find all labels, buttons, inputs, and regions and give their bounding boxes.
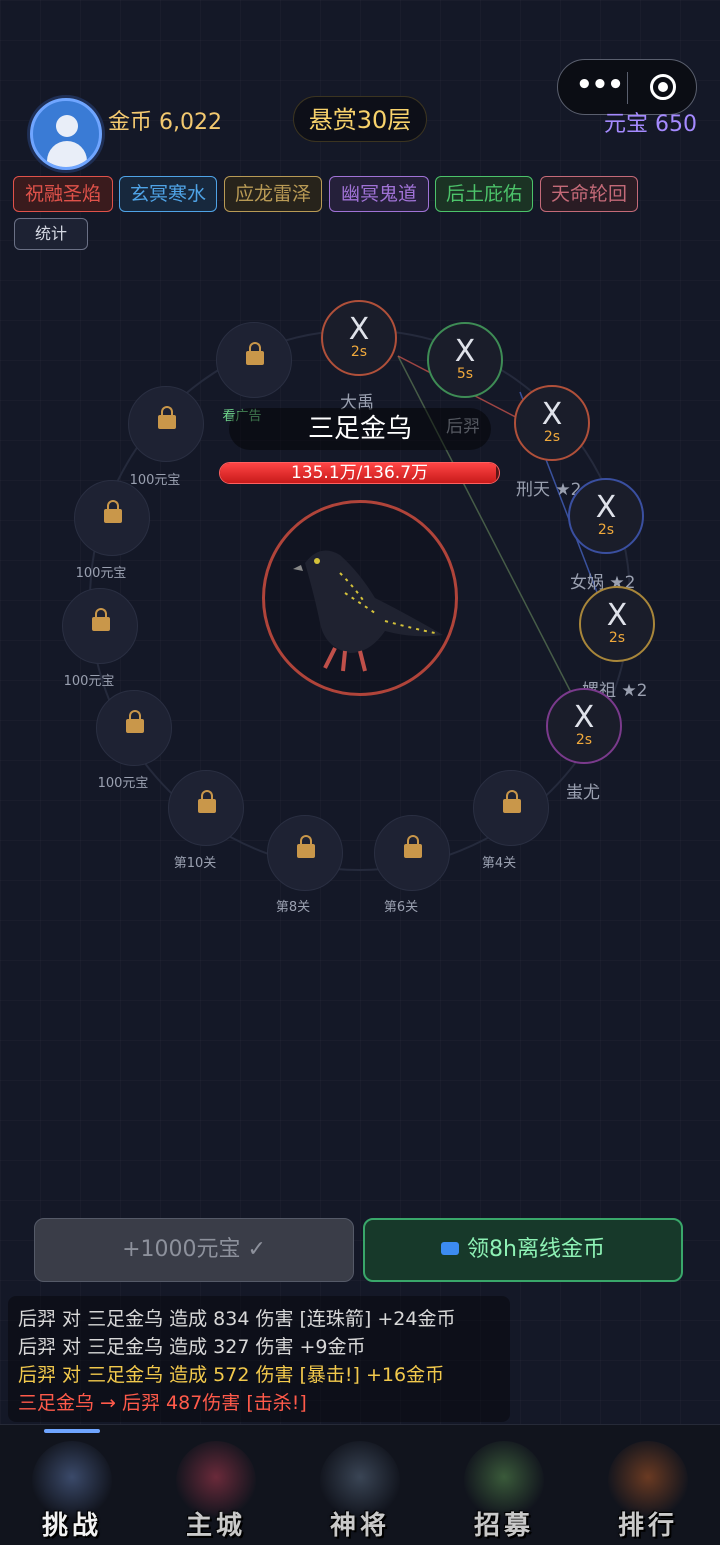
locked-slot-label: 第6关 [383,900,419,915]
hero-mark: X [606,598,628,633]
nav-label: 主城 [185,1511,246,1541]
lock-icon [92,608,110,631]
lock-icon [158,406,176,429]
combat-log-line: 后羿 对 三足金乌 造成 572 伤害 [暴击!] +16金币 [18,1364,445,1386]
locked-slot[interactable] [267,815,343,891]
hero-cooldown: 2s [575,732,593,748]
hero-mark: X [348,312,370,347]
tv-ad-icon [441,1241,460,1255]
locked-slot-label: 100元宝 [97,776,149,791]
hero-cooldown: 2s [597,522,615,538]
hero-mark: X [454,334,476,369]
locked-slot[interactable] [168,770,244,846]
boss-hp-bar: 135.1万/136.7万 [219,462,500,484]
nav-label: 挑战 [41,1511,102,1541]
hero-slot[interactable]: X 2s [514,385,590,461]
nav-item-4[interactable]: 排行 [576,1425,720,1545]
boss-portrait[interactable] [262,500,458,696]
locked-slot[interactable] [374,815,450,891]
offline-gold-button[interactable]: 领8h离线金币 [363,1218,683,1282]
locked-slot-label: 第4关 [481,856,517,871]
lock-icon [297,835,315,858]
offline-gold-label: 领8h离线金币 [467,1237,605,1262]
nav-item-3[interactable]: 招募 [432,1425,576,1545]
combat-log-line: 三足金乌 → 后羿 487伤害 [击杀!] [18,1392,307,1414]
hero-mark: X [595,490,617,525]
hero-slot[interactable]: X 2s [546,688,622,764]
hero-slot[interactable]: X 2s [579,586,655,662]
locked-slot[interactable] [216,322,292,398]
hero-mark: X [541,397,563,432]
hero-slot[interactable]: X 2s [321,300,397,376]
hero-slot[interactable]: X 5s [427,322,503,398]
hero-cooldown: 2s [350,344,368,360]
lock-icon [104,500,122,523]
hero-cooldown: 2s [543,429,561,445]
combat-log-line: 后羿 对 三足金乌 造成 327 伤害 +9金币 [18,1336,366,1358]
lock-icon [246,342,264,365]
nav-label: 招募 [473,1511,534,1541]
boss-hp-text: 135.1万/136.7万 [290,463,429,483]
combat-log: 后羿 对 三足金乌 造成 834 伤害 [连珠箭] +24金币 后羿 对 三足金乌… [8,1296,510,1422]
locked-slot[interactable] [473,770,549,846]
nav-label: 排行 [617,1511,678,1541]
lock-icon [503,790,521,813]
boss-name: 三足金乌 [229,408,491,450]
locked-slot-label: 100元宝 [63,674,115,689]
locked-slot[interactable] [62,588,138,664]
nav-item-0[interactable]: 挑战 [0,1425,144,1545]
lock-icon [198,790,216,813]
nav-item-2[interactable]: 神将 [288,1425,432,1545]
locked-slot-label: 第8关 [275,900,311,915]
hero-cooldown: 5s [456,366,474,382]
active-indicator [44,1429,100,1433]
nav-item-1[interactable]: 主城 [144,1425,288,1545]
locked-slot[interactable] [128,386,204,462]
locked-slot[interactable] [74,480,150,556]
locked-slot-label: 第10关 [173,856,217,871]
yuanbao-claim-button[interactable]: +1000元宝 ✓ [34,1218,354,1282]
locked-slot[interactable] [96,690,172,766]
three-legged-crow-icon [293,550,443,672]
locked-slot-label: 100元宝 [75,566,127,581]
lock-icon [404,835,422,858]
bottom-nav: 挑战 主城 神将 招募 排行 [0,1424,720,1545]
hero-cooldown: 2s [608,630,626,646]
hero-mark: X [573,700,595,735]
hero-slot[interactable]: X 2s [568,478,644,554]
combat-log-line: 后羿 对 三足金乌 造成 834 伤害 [连珠箭] +24金币 [18,1308,456,1330]
hero-name: 蚩尤 [566,783,600,803]
lock-icon [126,710,144,733]
nav-label: 神将 [329,1511,390,1541]
